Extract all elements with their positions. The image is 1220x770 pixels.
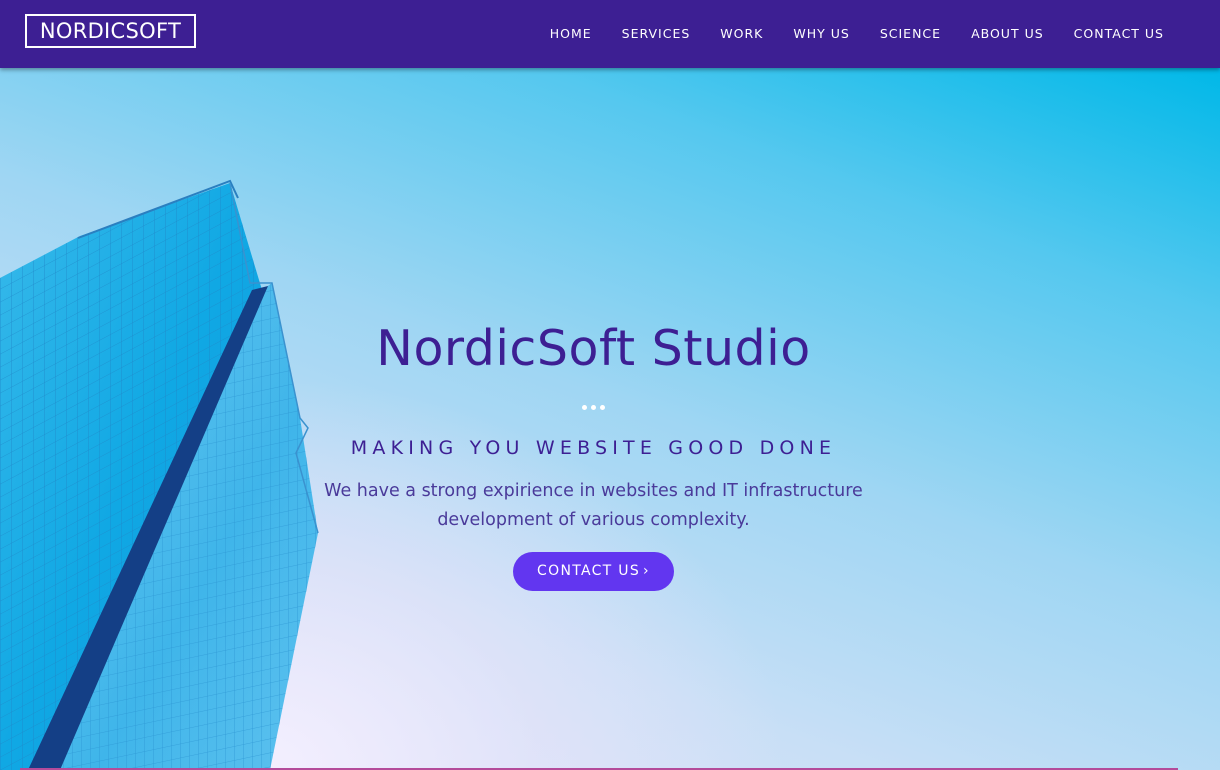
hero-description-line: We have a strong expirience in websites … — [324, 481, 863, 501]
nav-link-contact-us[interactable]: CONTACT US — [1074, 26, 1164, 41]
building-image — [0, 179, 319, 770]
nav-link-about-us[interactable]: ABOUT US — [971, 26, 1044, 41]
nav-link-services[interactable]: SERVICES — [622, 26, 691, 41]
nav-link-home[interactable]: HOME — [550, 26, 592, 41]
hero-title: NordicSoft Studio — [376, 320, 811, 377]
hero-section: NordicSoft Studio MAKING YOU WEBSITE GOO… — [0, 68, 1220, 770]
hero-description-line: development of various complexity. — [437, 510, 750, 530]
nav-link-why-us[interactable]: WHY US — [793, 26, 849, 41]
contact-us-button[interactable]: CONTACT US › — [513, 552, 674, 591]
logo[interactable]: NORDICSOFT — [25, 14, 196, 48]
title-divider-dots — [0, 405, 1187, 410]
contact-us-button-label: CONTACT US — [537, 563, 641, 579]
navbar: NORDICSOFT HOME SERVICES WORK WHY US SCI… — [0, 0, 1220, 68]
divider-dot — [591, 405, 596, 410]
divider-dot — [582, 405, 587, 410]
hero-subtitle: MAKING YOU WEBSITE GOOD DONE — [350, 437, 837, 459]
nav-link-work[interactable]: WORK — [720, 26, 763, 41]
page: NORDICSOFT HOME SERVICES WORK WHY US SCI… — [0, 0, 1220, 770]
main-nav: HOME SERVICES WORK WHY US SCIENCE ABOUT … — [520, 0, 1164, 66]
hero-description: We have a strong expirience in websites … — [310, 477, 877, 535]
divider-dot — [600, 405, 605, 410]
nav-link-science[interactable]: SCIENCE — [880, 26, 941, 41]
chevron-right-icon: › — [643, 563, 650, 579]
